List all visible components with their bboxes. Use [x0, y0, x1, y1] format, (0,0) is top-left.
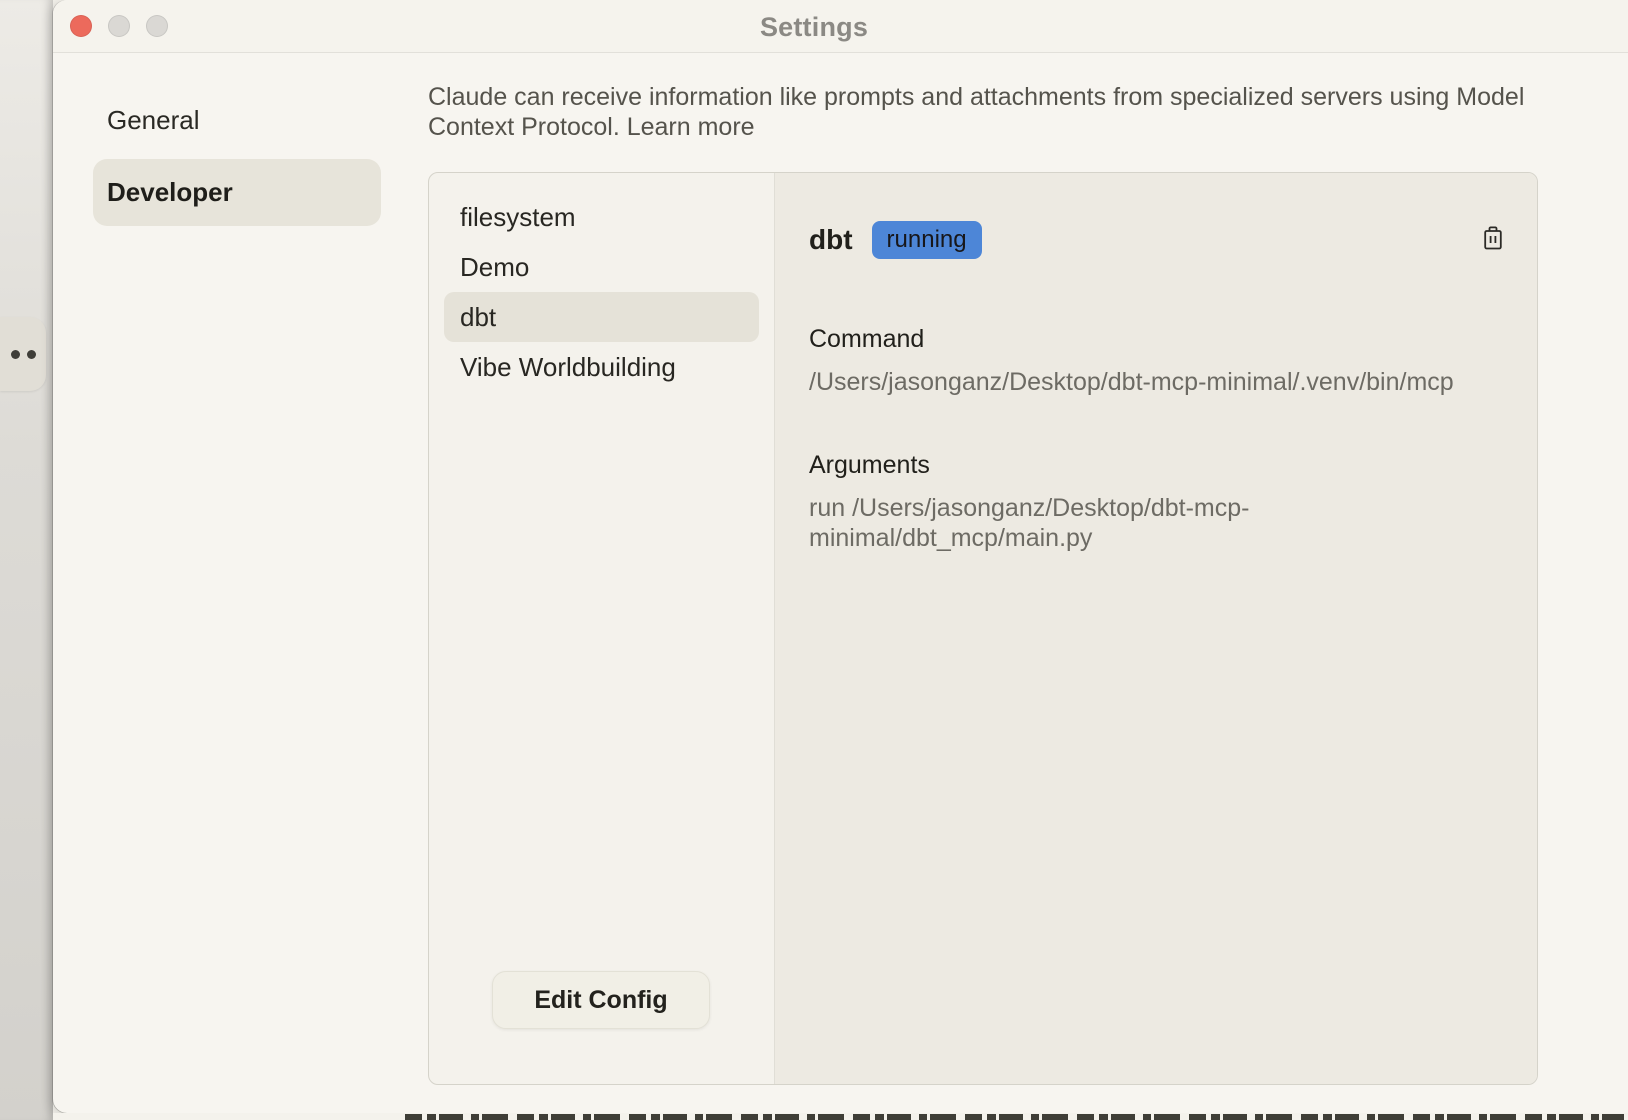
titlebar[interactable]: Settings	[53, 0, 1628, 53]
minimize-button[interactable]	[108, 15, 130, 37]
mcp-servers-panel: filesystem Demo dbt Vibe Worldbuilding E…	[428, 172, 1538, 1085]
settings-window: Settings General Developer Claude can re…	[53, 0, 1628, 1113]
underlying-window-sliver	[53, 1113, 1628, 1120]
delete-server-button[interactable]	[1479, 224, 1507, 254]
window-title: Settings	[760, 12, 868, 43]
nav-item-developer[interactable]: Developer	[93, 159, 381, 226]
status-badge: running	[872, 221, 982, 259]
ellipsis-dots-icon	[27, 350, 36, 359]
clipped-background-text	[405, 1114, 1624, 1120]
settings-nav: General Developer	[93, 94, 381, 226]
learn-more-link[interactable]: Learn more	[627, 113, 755, 141]
server-item-vibe-worldbuilding[interactable]: Vibe Worldbuilding	[444, 342, 759, 392]
server-name: dbt	[809, 224, 853, 256]
nav-item-general[interactable]: General	[93, 94, 381, 147]
arguments-line-1: run /Users/jasonganz/Desktop/dbt-mcp-	[809, 494, 1249, 522]
zoom-button[interactable]	[146, 15, 168, 37]
description-line-1: Claude can receive information like prom…	[428, 83, 1449, 111]
server-list-pane: filesystem Demo dbt Vibe Worldbuilding E…	[429, 173, 774, 1084]
mcp-description: Claude can receive information like prom…	[428, 82, 1548, 142]
window-edge-handle[interactable]	[0, 317, 46, 391]
server-detail-header: dbt running	[809, 220, 1509, 260]
server-detail-pane: dbt running Command /Users/jasonganz/Des…	[774, 173, 1538, 1084]
ellipsis-dots-icon	[11, 350, 20, 359]
close-button[interactable]	[70, 15, 92, 37]
server-item-demo[interactable]: Demo	[444, 242, 759, 292]
trash-icon	[1482, 225, 1504, 251]
server-item-dbt[interactable]: dbt	[444, 292, 759, 342]
window-controls	[70, 15, 168, 37]
arguments-value: run /Users/jasonganz/Desktop/dbt-mcp- mi…	[809, 493, 1329, 553]
desktop-left-strip	[0, 0, 53, 1120]
arguments-label: Arguments	[809, 451, 930, 480]
command-label: Command	[809, 325, 924, 354]
edit-config-button[interactable]: Edit Config	[492, 971, 710, 1029]
arguments-line-2: minimal/dbt_mcp/main.py	[809, 524, 1092, 552]
command-value: /Users/jasonganz/Desktop/dbt-mcp-minimal…	[809, 367, 1509, 397]
server-list: filesystem Demo dbt Vibe Worldbuilding	[429, 173, 774, 392]
server-item-filesystem[interactable]: filesystem	[444, 192, 759, 242]
